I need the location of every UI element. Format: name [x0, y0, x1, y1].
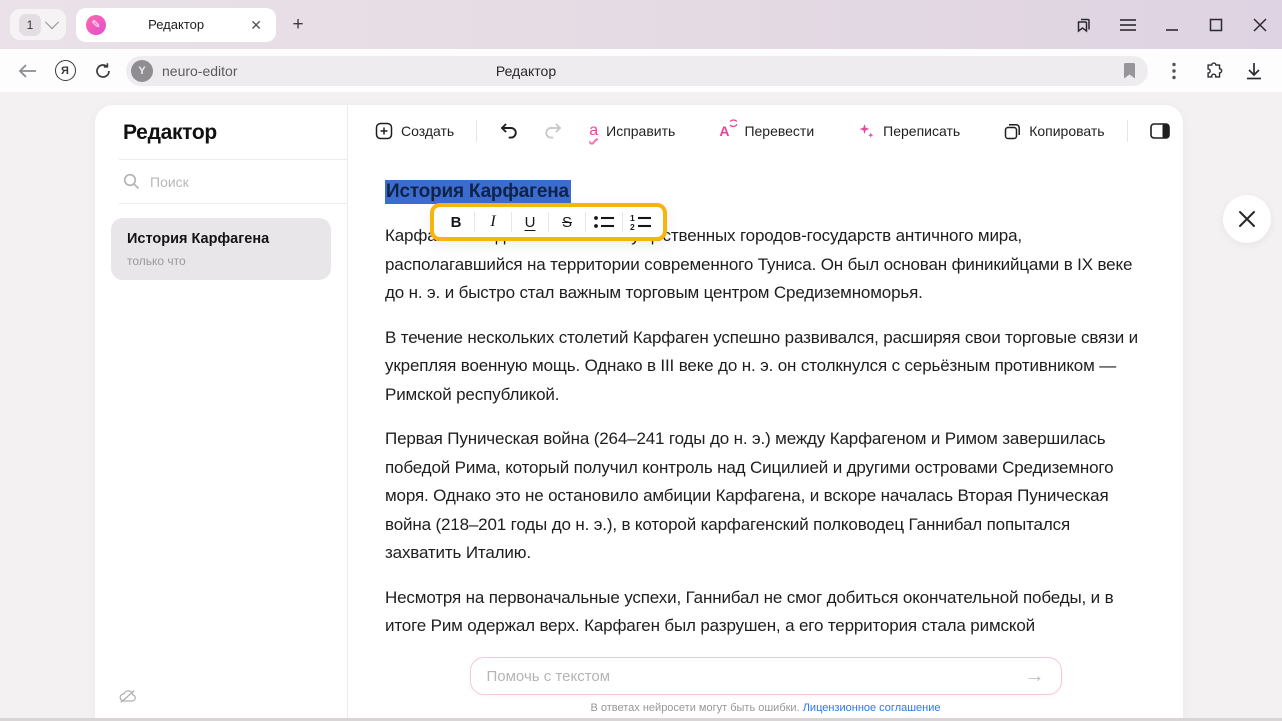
copy-button[interactable]: Копировать	[1004, 123, 1104, 140]
redo-button[interactable]	[544, 122, 563, 140]
redo-icon	[544, 122, 563, 140]
svg-text:2: 2	[630, 222, 635, 230]
site-badge-icon: Y	[131, 60, 153, 82]
document-heading[interactable]: История Карфагена	[385, 180, 1145, 203]
paragraph[interactable]: В течение нескольких столетий Карфаген у…	[385, 324, 1145, 410]
sidebar: Редактор История Карфагена только что	[95, 105, 348, 721]
sparkles-icon	[858, 123, 875, 140]
tab-strip: 1 ✎ Редактор ✕ +	[0, 0, 1282, 49]
document-timestamp: только что	[127, 254, 315, 268]
create-button[interactable]: Создать	[375, 122, 454, 140]
copy-icon	[1004, 123, 1021, 140]
downloads-icon[interactable]	[1234, 54, 1274, 88]
create-icon	[375, 122, 393, 140]
bullet-list-icon	[593, 214, 615, 230]
side-panel-toggle[interactable]	[1150, 123, 1170, 139]
panels-icon[interactable]	[1062, 0, 1106, 49]
tab-close-icon[interactable]: ✕	[246, 16, 266, 34]
reload-icon[interactable]	[84, 54, 122, 88]
bold-button[interactable]: B	[438, 208, 474, 236]
undo-icon	[499, 122, 518, 140]
chevron-down-icon	[45, 15, 59, 29]
selected-text[interactable]: История Карфагена	[385, 180, 571, 204]
more-options-icon[interactable]	[1154, 54, 1194, 88]
tab-editor[interactable]: ✎ Редактор ✕	[76, 8, 276, 42]
send-arrow-icon[interactable]: →	[1021, 662, 1049, 690]
search-input[interactable]	[150, 174, 300, 190]
bookmark-icon[interactable]	[1123, 63, 1136, 84]
prompt-area: → В ответах нейросети могут быть ошибки.…	[348, 631, 1183, 721]
italic-button[interactable]: I	[475, 208, 511, 236]
cloud-off-icon	[119, 689, 137, 709]
yandex-home-icon[interactable]: Я	[46, 54, 84, 88]
fix-icon: а	[589, 123, 598, 139]
omnibox-page-title: Редактор	[466, 63, 586, 79]
editor-app-card: Редактор История Карфагена только что	[95, 105, 1183, 721]
app-title: Редактор	[95, 121, 347, 159]
undo-button[interactable]	[499, 122, 518, 140]
new-tab-button[interactable]: +	[284, 11, 312, 39]
search-icon	[123, 173, 140, 190]
translate-button[interactable]: А Перевести	[719, 123, 814, 139]
divider	[476, 120, 477, 142]
navigation-bar: Я Y neuro-editor Редактор	[0, 49, 1282, 92]
paragraph[interactable]: Первая Пуническая война (264–241 годы до…	[385, 425, 1145, 568]
divider	[1127, 120, 1128, 142]
strikethrough-button[interactable]: S	[549, 208, 585, 236]
close-overlay-button[interactable]	[1223, 195, 1271, 243]
bullet-list-button[interactable]	[586, 208, 622, 236]
page-background: Редактор История Карфагена только что	[0, 92, 1282, 721]
numbered-list-icon: 12	[630, 214, 652, 230]
side-panel-icon	[1150, 123, 1170, 139]
ai-prompt-input[interactable]	[487, 668, 1017, 685]
fix-button[interactable]: а Исправить	[589, 123, 675, 139]
numbered-list-button[interactable]: 12	[623, 208, 659, 236]
disclaimer: В ответах нейросети могут быть ошибки. Л…	[348, 702, 1183, 714]
format-toolbar: B I U S 12	[430, 203, 667, 241]
divider	[119, 203, 347, 204]
document-body[interactable]: История Карфагена B I U S	[348, 157, 1183, 669]
minimize-button[interactable]	[1150, 0, 1194, 49]
tab-title: Редактор	[106, 17, 246, 32]
browser-window: 1 ✎ Редактор ✕ +	[0, 0, 1282, 721]
search-field[interactable]	[95, 160, 347, 203]
ai-prompt-field[interactable]: →	[470, 657, 1062, 695]
editor-favicon-icon: ✎	[86, 15, 106, 35]
document-toolbar: Создать а Исправить	[348, 105, 1183, 157]
translate-icon: А	[719, 124, 736, 138]
editor-main: Создать а Исправить	[348, 105, 1183, 721]
tab-group-chip[interactable]: 1	[10, 9, 66, 40]
sidebar-item-document[interactable]: История Карфагена только что	[111, 218, 331, 280]
maximize-button[interactable]	[1194, 0, 1238, 49]
window-close-button[interactable]	[1238, 0, 1282, 49]
tab-group-count: 1	[19, 14, 41, 36]
license-link[interactable]: Лицензионное соглашение	[803, 702, 941, 714]
menu-icon[interactable]	[1106, 0, 1150, 49]
underline-button[interactable]: U	[512, 208, 548, 236]
close-icon	[1238, 210, 1256, 228]
address-bar[interactable]: Y neuro-editor Редактор	[126, 56, 1148, 86]
url-text: neuro-editor	[162, 63, 238, 79]
extensions-icon[interactable]	[1194, 54, 1234, 88]
rewrite-button[interactable]: Переписать	[858, 123, 960, 140]
back-icon[interactable]	[8, 54, 46, 88]
document-title: История Карфагена	[127, 231, 315, 247]
